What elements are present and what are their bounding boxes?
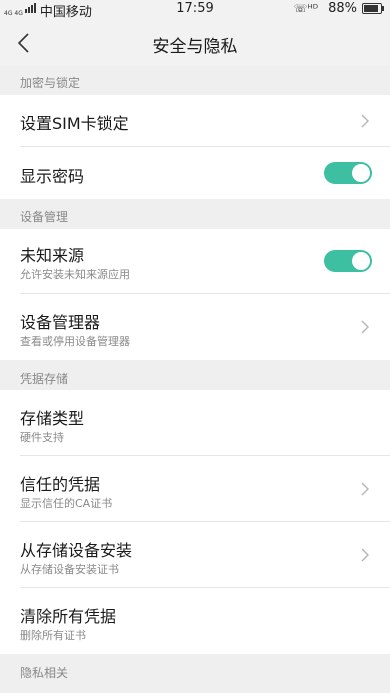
toggle-knob: [352, 252, 370, 270]
section-header-device-management: 设备管理: [0, 199, 390, 229]
clear-credentials-label: 清除所有凭据: [20, 607, 117, 626]
install-from-storage-row[interactable]: 从存储设备安装 从存储设备安装证书: [0, 522, 390, 588]
chevron-right-icon: [361, 482, 369, 496]
status-bar: 4G 4G 中国移动 17:59 ☏ᴴᴰ 88%: [0, 0, 390, 20]
battery-percent: 88%: [328, 1, 357, 16]
storage-type-row: 存储类型 硬件支持: [0, 390, 390, 456]
install-from-storage-desc: 从存储设备安装证书: [20, 563, 119, 576]
device-admin-label: 设备管理器: [20, 313, 101, 332]
show-password-toggle[interactable]: [324, 162, 372, 184]
sim-lock-label: 设置SIM卡锁定: [20, 114, 129, 133]
storage-type-label: 存储类型: [20, 409, 85, 428]
section-title: 隐私相关: [20, 666, 69, 680]
nav-bar: 安全与隐私: [0, 20, 390, 66]
show-password-row[interactable]: 显示密码: [0, 147, 390, 199]
section-header-privacy: 隐私相关: [0, 654, 390, 693]
sim-lock-row[interactable]: 设置SIM卡锁定: [0, 95, 390, 147]
trusted-credentials-desc: 显示信任的CA证书: [20, 497, 113, 510]
hd-call-icon: ☏ᴴᴰ: [293, 2, 319, 15]
unknown-sources-desc: 允许安装未知来源应用: [20, 268, 130, 281]
clear-credentials-row[interactable]: 清除所有凭据 删除所有证书: [0, 588, 390, 654]
section-title: 设备管理: [20, 210, 69, 224]
trusted-credentials-label: 信任的凭据: [20, 475, 101, 494]
section-header-encryption: 加密与锁定: [0, 66, 390, 95]
section-title: 凭据存储: [20, 372, 69, 386]
section-header-credentials: 凭据存储: [0, 360, 390, 390]
status-right: ☏ᴴᴰ 88%: [294, 1, 384, 16]
toggle-knob: [352, 164, 370, 182]
unknown-sources-toggle[interactable]: [324, 250, 372, 272]
unknown-sources-label: 未知来源: [20, 246, 85, 265]
device-admin-row[interactable]: 设备管理器 查看或停用设备管理器: [0, 294, 390, 360]
chevron-right-icon: [361, 114, 369, 128]
device-admin-desc: 查看或停用设备管理器: [20, 335, 130, 348]
install-from-storage-label: 从存储设备安装: [20, 541, 133, 560]
show-password-label: 显示密码: [20, 167, 85, 186]
section-title: 加密与锁定: [20, 76, 81, 90]
trusted-credentials-row[interactable]: 信任的凭据 显示信任的CA证书: [0, 456, 390, 522]
unknown-sources-row[interactable]: 未知来源 允许安装未知来源应用: [0, 229, 390, 294]
battery-icon: [362, 3, 384, 14]
chevron-right-icon: [361, 548, 369, 562]
storage-type-value: 硬件支持: [20, 431, 64, 444]
page-title: 安全与隐私: [152, 37, 238, 57]
clear-credentials-desc: 删除所有证书: [20, 629, 86, 642]
chevron-right-icon: [361, 320, 369, 334]
